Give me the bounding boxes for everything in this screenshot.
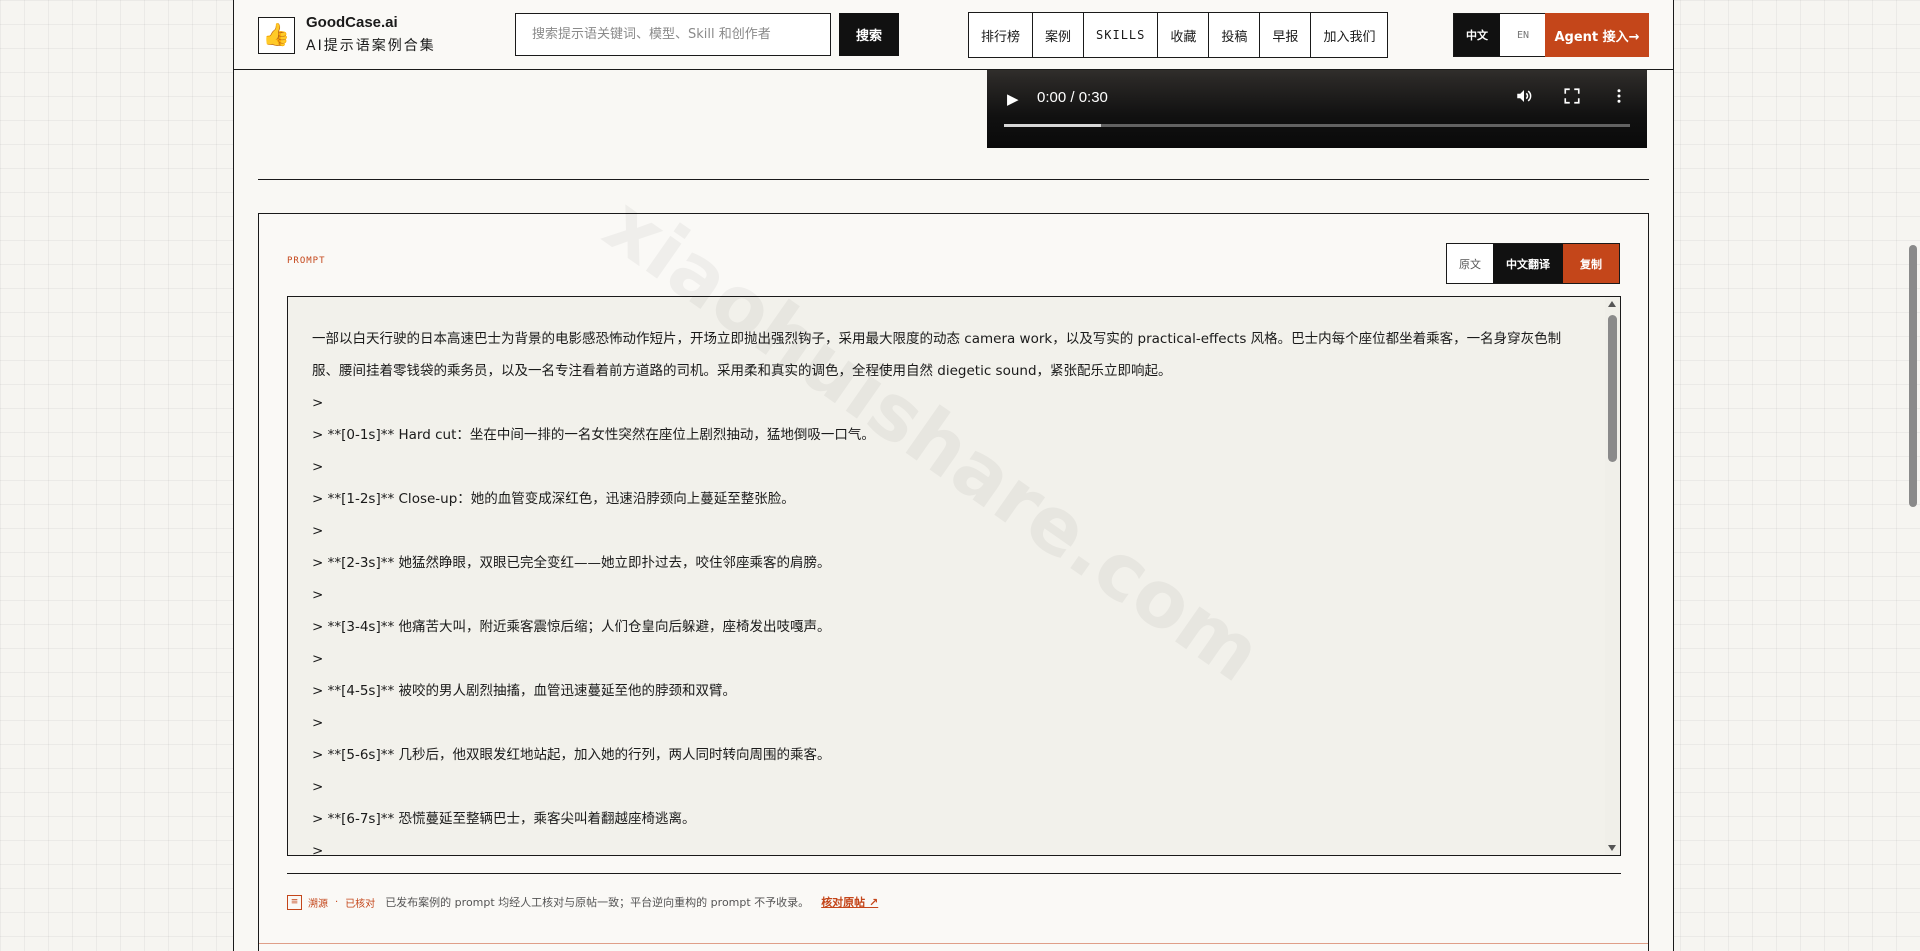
prompt-line: > [312,843,324,856]
nav-item-daily[interactable]: 早报 [1260,13,1312,57]
prompt-line: > [312,395,324,411]
next-section-edge [259,943,1648,944]
site-header: 👍 GoodCase.ai AI提示语案例合集 搜索 排行榜 案例 SKILLS… [234,0,1673,70]
prompt-line: > [312,715,324,731]
page-frame: ▶ 0:00 / 0:30 👍 GoodCase.ai AI提示语案例合集 搜索… [233,0,1674,951]
document-icon: ≡ [287,894,302,910]
search-input[interactable] [515,13,831,56]
page-scrollbar-thumb[interactable] [1909,245,1917,507]
main-nav: 排行榜 案例 SKILLS 收藏 投稿 早报 加入我们 [968,12,1389,58]
nav-item-submit[interactable]: 投稿 [1209,13,1261,57]
prompt-line: > **[3-4s]** 他痛苦大叫，附近乘客震惊后缩；人们仓皇向后躲避，座椅发… [312,619,831,635]
language-switch: 中文 EN [1453,13,1547,57]
prompt-line: > **[0-1s]** Hard cut：坐在中间一排的一名女性突然在座位上剧… [312,427,875,443]
prompt-line: > [312,459,324,475]
video-progress-track[interactable] [1004,124,1630,127]
nav-item-favorites[interactable]: 收藏 [1158,13,1210,57]
prompt-line: > [312,523,324,539]
lang-en-button[interactable]: EN [1500,14,1546,56]
original-text-tab[interactable]: 原文 [1447,244,1493,283]
footnote-divider [287,873,1621,874]
nav-item-skills[interactable]: SKILLS [1084,13,1159,57]
prompt-line: > **[6-7s]** 恐慌蔓延至整辆巴士，乘客尖叫着翻越座椅逃离。 [312,811,696,827]
agent-access-button[interactable]: Agent 接入→ [1545,13,1649,57]
scroll-down-icon[interactable] [1608,845,1616,851]
prompt-line: > [312,651,324,667]
scroll-up-icon[interactable] [1608,301,1616,307]
video-time: 0:00 / 0:30 [1037,89,1108,106]
prompt-line: 一部以白天行驶的日本高速巴士为背景的电影感恐怖动作短片，开场立即抛出强烈钩子，采… [312,331,1562,379]
nav-item-join[interactable]: 加入我们 [1311,13,1387,57]
prompt-label: PROMPT [287,256,326,266]
brand-subtitle: AI提示语案例合集 [306,38,436,54]
source-label: 溯源 [308,898,328,910]
prompt-text: 一部以白天行驶的日本高速巴士为背景的电影感恐怖动作短片，开场立即抛出强烈钩子，采… [312,323,1582,856]
check-original-link[interactable]: 核对原帖 ↗ [821,894,878,910]
play-icon[interactable]: ▶ [1007,90,1019,108]
scrollbar-thumb[interactable] [1608,315,1617,462]
prompt-toolbar: 原文 中文翻译 复制 [1446,243,1620,284]
verification-note: 已发布案例的 prompt 均经人工核对与原帖一致；平台逆向重构的 prompt… [385,896,810,909]
nav-item-cases[interactable]: 案例 [1033,13,1085,57]
separator-dot: · [335,896,339,908]
video-buffer-bar [1004,124,1102,127]
thumbs-up-logo-icon[interactable]: 👍 [258,17,295,54]
fullscreen-icon[interactable] [1563,87,1581,105]
more-options-icon[interactable] [1610,87,1628,105]
prompt-line: > **[5-6s]** 几秒后，他双眼发红地站起，加入她的行列，两人同时转向周… [312,747,831,763]
search-button[interactable]: 搜索 [839,13,899,56]
textbox-scrollbar[interactable] [1605,297,1620,855]
source-footnote: ≡ 溯源 · 已核对 已发布案例的 prompt 均经人工核对与原帖一致；平台逆… [287,894,878,910]
prompt-line: > **[2-3s]** 她猛然睁眼，双眼已完全变红——她立即扑过去，咬住邻座乘… [312,555,831,571]
page-scrollbar[interactable] [1905,0,1920,951]
verified-label: 已核对 [345,898,376,910]
lang-zh-button[interactable]: 中文 [1454,14,1500,56]
prompt-line: > [312,779,324,795]
prompt-line: > [312,587,324,603]
translation-tab[interactable]: 中文翻译 [1493,244,1563,283]
section-divider [258,179,1649,180]
volume-icon[interactable] [1515,87,1533,105]
prompt-textbox[interactable]: 一部以白天行驶的日本高速巴士为背景的电影感恐怖动作短片，开场立即抛出强烈钩子，采… [287,296,1621,856]
prompt-panel: PROMPT 原文 中文翻译 复制 一部以白天行驶的日本高速巴士为背景的电影感恐… [258,213,1649,951]
copy-button[interactable]: 复制 [1563,244,1619,283]
nav-item-leaderboard[interactable]: 排行榜 [969,13,1034,57]
prompt-line: > **[1-2s]** Close-up：她的血管变成深红色，迅速沿脖颈向上蔓… [312,491,795,507]
brand-name[interactable]: GoodCase.ai [306,14,398,31]
prompt-line: > **[4-5s]** 被咬的男人剧烈抽搐，血管迅速蔓延至他的脖颈和双臂。 [312,683,737,699]
